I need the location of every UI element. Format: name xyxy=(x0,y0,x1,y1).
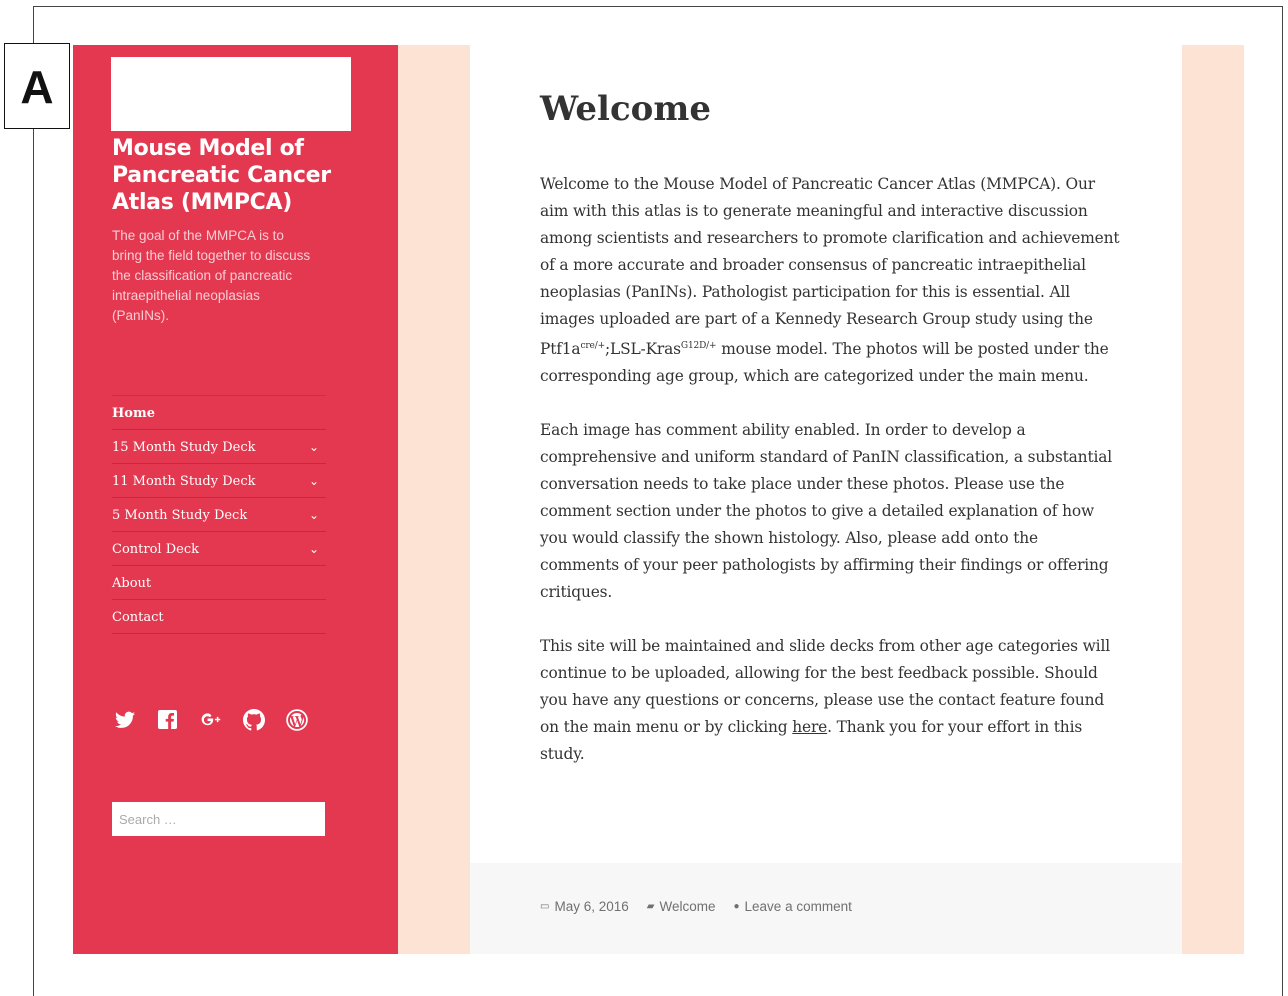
menu-item-label: 11 Month Study Deck xyxy=(112,474,256,489)
post-category[interactable]: ▰ Welcome xyxy=(647,899,716,914)
folder-icon: ▰ xyxy=(646,901,655,912)
menu-item-label: Control Deck xyxy=(112,542,199,557)
menu-item-label: Contact xyxy=(112,610,164,625)
chevron-down-icon[interactable]: ⌄ xyxy=(309,464,319,499)
main-menu: Home 15 Month Study Deck ⌄ 11 Month Study… xyxy=(112,395,326,634)
google-plus-icon[interactable] xyxy=(198,707,223,732)
wordpress-icon[interactable] xyxy=(284,707,309,732)
menu-item-15-month-study-deck[interactable]: 15 Month Study Deck ⌄ xyxy=(112,430,326,464)
paragraph-contact: This site will be maintained and slide d… xyxy=(540,633,1120,768)
twitter-icon[interactable] xyxy=(112,707,137,732)
chevron-down-icon[interactable]: ⌄ xyxy=(309,532,319,567)
text-segment: ;LSL-Kras xyxy=(604,340,681,359)
panel-label: A xyxy=(4,43,70,129)
menu-item-label: 15 Month Study Deck xyxy=(112,440,256,455)
chevron-down-icon[interactable]: ⌄ xyxy=(309,498,319,533)
entry-footer: ▭ May 6, 2016 ▰ Welcome ● Leave a comment xyxy=(470,863,1182,954)
text-segment: Welcome to the Mouse Model of Pancreatic… xyxy=(540,175,1120,359)
menu-item-11-month-study-deck[interactable]: 11 Month Study Deck ⌄ xyxy=(112,464,326,498)
search-input[interactable] xyxy=(112,802,325,836)
comment-icon: ● xyxy=(733,901,740,912)
social-links xyxy=(112,707,309,732)
article-content: Welcome to the Mouse Model of Pancreatic… xyxy=(540,171,1120,795)
site-title[interactable]: Mouse Model of Pancreatic Cancer Atlas (… xyxy=(112,135,362,216)
leave-comment-link[interactable]: ● Leave a comment xyxy=(733,899,851,914)
leave-comment-text: Leave a comment xyxy=(744,899,852,914)
superscript: G12D/+ xyxy=(680,341,717,351)
menu-item-5-month-study-deck[interactable]: 5 Month Study Deck ⌄ xyxy=(112,498,326,532)
sidebar: Mouse Model of Pancreatic Cancer Atlas (… xyxy=(73,45,398,954)
menu-item-label: About xyxy=(112,576,152,591)
menu-item-label: 5 Month Study Deck xyxy=(112,508,248,523)
post-category-text: Welcome xyxy=(659,899,716,914)
article: Welcome Welcome to the Mouse Model of Pa… xyxy=(470,45,1182,954)
site-description: The goal of the MMPCA is to bring the fi… xyxy=(112,228,311,323)
superscript: cre/+ xyxy=(580,341,605,351)
facebook-icon[interactable] xyxy=(155,707,180,732)
menu-item-home[interactable]: Home xyxy=(112,396,326,430)
menu-item-contact[interactable]: Contact xyxy=(112,600,326,634)
menu-item-control-deck[interactable]: Control Deck ⌄ xyxy=(112,532,326,566)
post-meta: ▭ May 6, 2016 ▰ Welcome ● Leave a comment xyxy=(540,899,852,914)
paragraph-intro: Welcome to the Mouse Model of Pancreatic… xyxy=(540,171,1120,390)
page-title: Welcome xyxy=(540,89,711,129)
paragraph-comments: Each image has comment ability enabled. … xyxy=(540,421,1113,602)
site-page: Mouse Model of Pancreatic Cancer Atlas (… xyxy=(73,45,1244,954)
post-date[interactable]: ▭ May 6, 2016 xyxy=(540,899,629,914)
post-date-text: May 6, 2016 xyxy=(554,899,629,914)
menu-item-about[interactable]: About xyxy=(112,566,326,600)
calendar-icon: ▭ xyxy=(540,901,550,912)
github-icon[interactable] xyxy=(241,707,266,732)
chevron-down-icon[interactable]: ⌄ xyxy=(309,430,319,465)
menu-item-label: Home xyxy=(112,406,155,421)
here-link[interactable]: here xyxy=(792,718,827,736)
site-logo[interactable] xyxy=(111,57,351,131)
